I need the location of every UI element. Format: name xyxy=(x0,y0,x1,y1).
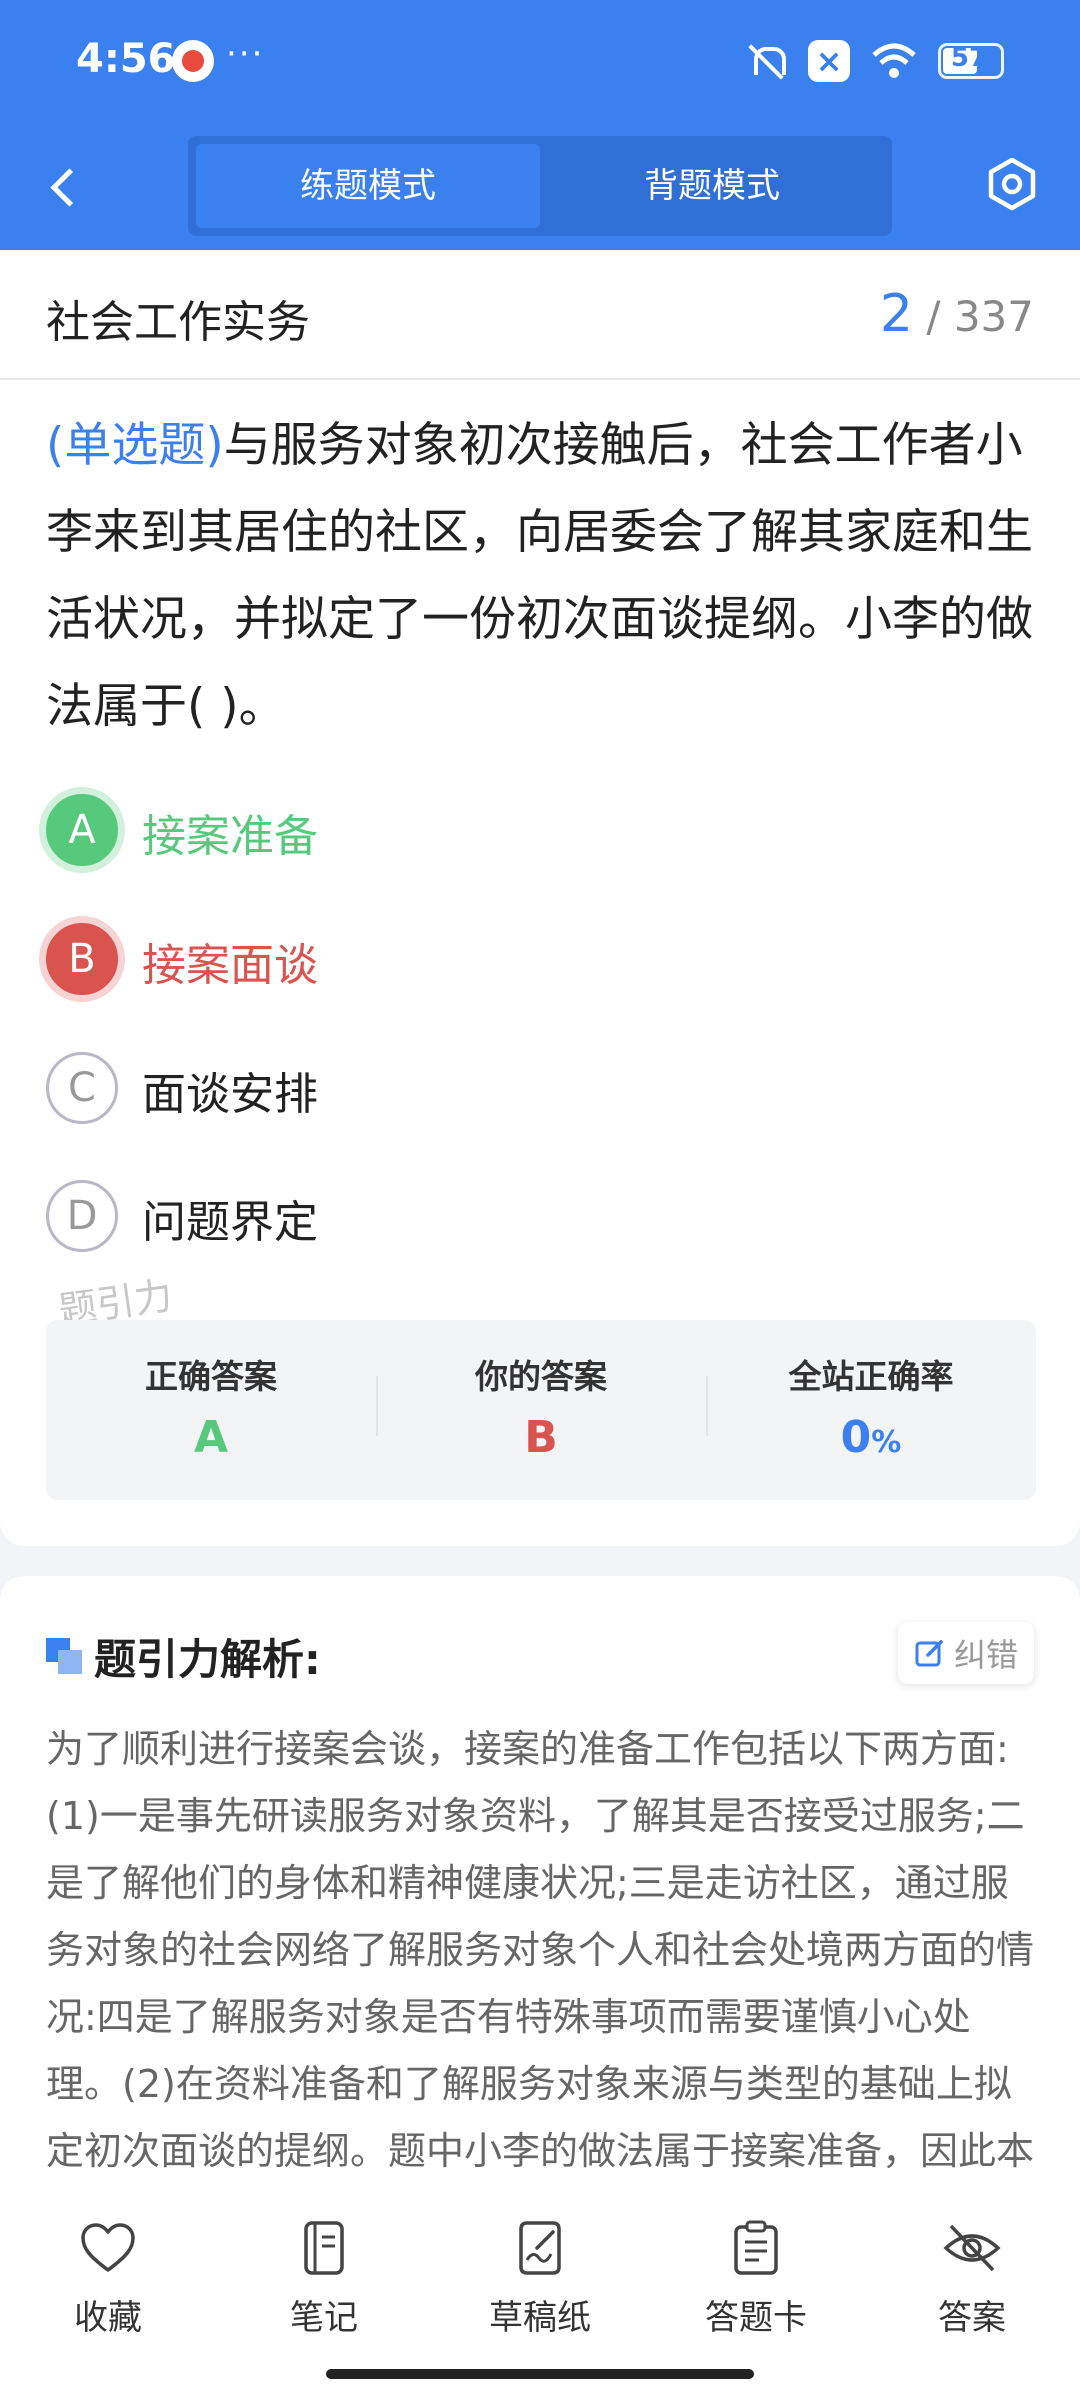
battery-level: 57 xyxy=(950,43,988,73)
your-answer-label: 你的答案 xyxy=(475,1357,607,1396)
close-box-icon: × xyxy=(808,40,850,82)
option-letter: C xyxy=(46,1052,118,1124)
draft-paper-icon xyxy=(519,2221,561,2275)
home-indicator[interactable] xyxy=(326,2369,754,2379)
option-b[interactable]: B 接案面谈 xyxy=(46,923,946,1003)
nav-answer-label: 答案 xyxy=(938,2298,1006,2338)
tab-recite-mode[interactable]: 背题模式 xyxy=(540,144,884,228)
accuracy-rate-number: 0 xyxy=(840,1412,872,1463)
nav-draft-paper-label: 草稿纸 xyxy=(489,2298,591,2338)
analysis-card: 题引力解析: 纠错 为了顺利进行接案会谈，接案的准备工作包括以下两方面:(1)一… xyxy=(0,1576,1080,2216)
current-question-number: 2 xyxy=(879,284,913,344)
nav-answer[interactable]: 答案 xyxy=(882,2220,1062,2339)
accuracy-rate-unit: % xyxy=(871,1425,902,1460)
edit-icon xyxy=(915,1640,943,1667)
option-text: 接案面谈 xyxy=(142,940,318,991)
squares-icon xyxy=(46,1638,84,1674)
report-error-button[interactable]: 纠错 xyxy=(898,1622,1034,1684)
nav-favorite-label: 收藏 xyxy=(74,2298,142,2338)
result-panel: 正确答案 A 你的答案 B 全站正确率 0% xyxy=(46,1320,1036,1500)
battery-icon: 57 xyxy=(938,43,1004,79)
option-text: 问题界定 xyxy=(142,1197,318,1248)
option-d[interactable]: D 问题界定 xyxy=(46,1180,946,1260)
app-notification-icon xyxy=(172,40,214,82)
accuracy-rate-block: 全站正确率 0% xyxy=(706,1320,1036,1500)
nav-notes-label: 笔记 xyxy=(290,2298,358,2338)
total-questions: / 337 xyxy=(926,292,1034,341)
status-bar: 4:56 ··· × 57 xyxy=(0,0,1080,125)
report-error-label: 纠错 xyxy=(953,1636,1018,1674)
accuracy-rate-value: 0% xyxy=(706,1412,1036,1463)
bottom-nav: 收藏 笔记 草稿纸 答题卡 答案 xyxy=(0,2186,1080,2400)
eye-hidden-icon xyxy=(943,2224,1001,2272)
analysis-title: 题引力解析: xyxy=(94,1635,321,1684)
nav-answer-card[interactable]: 答题卡 xyxy=(666,2220,846,2339)
settings-icon[interactable] xyxy=(984,156,1040,212)
nav-favorite[interactable]: 收藏 xyxy=(18,2220,198,2339)
tab-practice-mode[interactable]: 练题模式 xyxy=(196,144,540,228)
option-text: 接案准备 xyxy=(142,811,318,862)
correct-answer-label: 正确答案 xyxy=(145,1357,277,1396)
wifi-icon xyxy=(872,43,916,78)
question-card: 社会工作实务 2 / 337 (单选题)与服务对象初次接触后，社会工作者小李来到… xyxy=(0,250,1080,1546)
status-icons: × 57 xyxy=(746,38,1004,84)
correct-answer-block: 正确答案 A xyxy=(46,1320,376,1500)
nav-notes[interactable]: 笔记 xyxy=(234,2220,414,2339)
option-letter: B xyxy=(46,923,118,995)
nav-draft-paper[interactable]: 草稿纸 xyxy=(450,2220,630,2339)
bell-muted-icon xyxy=(746,41,786,81)
analysis-text: 为了顺利进行接案会谈，接案的准备工作包括以下两方面:(1)一是事先研读服务对象资… xyxy=(46,1727,1035,2216)
accuracy-rate-label: 全站正确率 xyxy=(788,1357,954,1396)
correct-answer-value: A xyxy=(193,1412,229,1463)
status-time: 4:56 xyxy=(76,36,176,82)
top-bar: 4:56 ··· × 57 练题模式 背题模式 xyxy=(0,0,1080,250)
nav-answer-card-label: 答题卡 xyxy=(705,2298,807,2338)
question-type-tag: (单选题) xyxy=(46,418,224,473)
subject-title: 社会工作实务 xyxy=(46,297,310,348)
subject-bar: 社会工作实务 2 / 337 xyxy=(0,250,1080,380)
heart-icon xyxy=(81,2223,135,2272)
notebook-icon xyxy=(304,2221,344,2275)
back-button[interactable] xyxy=(42,156,86,216)
option-c[interactable]: C 面谈安排 xyxy=(46,1052,946,1132)
option-letter: A xyxy=(46,794,118,866)
answer-card-icon xyxy=(734,2220,778,2275)
more-notifications-icon: ··· xyxy=(226,34,265,74)
question-counter: 2 / 337 xyxy=(880,284,1034,344)
question-text: (单选题)与服务对象初次接触后，社会工作者小李来到其居住的社区，向居委会了解其家… xyxy=(46,402,1036,750)
option-text: 面谈安排 xyxy=(142,1069,318,1120)
your-answer-block: 你的答案 B xyxy=(376,1320,706,1500)
mode-switcher: 练题模式 背题模式 xyxy=(188,136,892,236)
option-a[interactable]: A 接案准备 xyxy=(46,794,946,874)
option-letter: D xyxy=(46,1180,118,1252)
your-answer-value: B xyxy=(524,1412,558,1463)
